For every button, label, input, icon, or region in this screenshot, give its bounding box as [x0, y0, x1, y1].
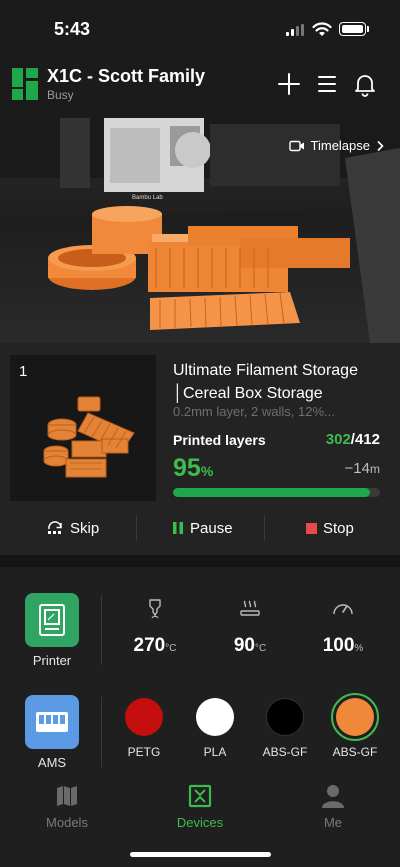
- ams-slot-1[interactable]: [125, 698, 163, 736]
- progress-bar: [173, 488, 380, 497]
- nav-models-label: Models: [46, 815, 88, 830]
- ams-slot-3[interactable]: [266, 698, 304, 736]
- printed-layers-value: 302/412: [326, 431, 380, 448]
- controls-separator: [101, 697, 102, 767]
- percent-unit: %: [200, 463, 214, 479]
- devices-icon: [188, 784, 212, 808]
- ams-slot-4-label: ABS-GF: [332, 745, 378, 759]
- print-job-card: 1 Ultimate Filament Storage │Cereal Box …: [0, 343, 400, 555]
- timelapse-label: Timelapse: [310, 138, 370, 153]
- layers-current: 302: [325, 431, 351, 448]
- ams-icon: [36, 712, 68, 732]
- stop-button[interactable]: Stop: [306, 513, 354, 543]
- job-actions: Skip Pause Stop: [0, 513, 400, 543]
- printer-tile[interactable]: [25, 593, 79, 647]
- printer-icon: [39, 604, 65, 636]
- nozzle-icon: [149, 599, 161, 619]
- nozzle-temperature[interactable]: 270°C: [110, 635, 200, 657]
- time-remaining: −14m: [345, 460, 380, 477]
- nav-devices-label: Devices: [176, 815, 224, 830]
- person-icon: [322, 785, 344, 808]
- nav-devices[interactable]: Devices: [150, 777, 250, 830]
- section-divider: [0, 555, 400, 567]
- skip-icon: [48, 521, 62, 534]
- remaining-unit: m: [370, 462, 380, 476]
- status-time: 5:43: [54, 19, 91, 39]
- menu-icon[interactable]: [314, 71, 340, 97]
- bell-icon[interactable]: [352, 71, 378, 97]
- print-speed[interactable]: 100%: [298, 635, 388, 657]
- progress-percent: 95%: [173, 454, 213, 483]
- ams-slot-1-label: PETG: [127, 745, 161, 759]
- video-camera-icon: [288, 140, 304, 151]
- job-thumbnail[interactable]: 1: [10, 355, 156, 501]
- status-bar: 5:43: [0, 0, 400, 56]
- bed-temp-unit: °C: [254, 643, 267, 654]
- heatbed-icon: [240, 600, 260, 616]
- ams-slot-2-label: PLA: [203, 745, 227, 759]
- bed-temperature[interactable]: 90°C: [205, 635, 295, 657]
- printer-label: Printer: [32, 653, 72, 668]
- wifi-icon: [312, 22, 332, 36]
- percent-value: 95: [173, 454, 201, 482]
- model-preview-image: [43, 396, 135, 478]
- controls-separator: [101, 595, 102, 665]
- timelapse-button[interactable]: Timelapse: [288, 138, 384, 153]
- ams-slot-2[interactable]: [196, 698, 234, 736]
- ams-slot-3-label: ABS-GF: [262, 745, 308, 759]
- cellular-signal-icon: [286, 24, 306, 36]
- plate-number: 1: [19, 363, 28, 380]
- device-header: X1C - Scott Family Busy: [0, 56, 400, 116]
- skip-label: Skip: [70, 519, 100, 537]
- stop-icon: [306, 522, 317, 534]
- nav-models[interactable]: Models: [17, 777, 117, 830]
- layers-total: /412: [350, 431, 380, 448]
- models-icon: [57, 786, 77, 806]
- job-title: Ultimate Filament Storage │Cereal Box St…: [173, 359, 385, 405]
- ams-tile[interactable]: [25, 695, 79, 749]
- progress-bar-fill: [173, 488, 370, 497]
- skip-button[interactable]: Skip: [46, 513, 99, 543]
- home-indicator[interactable]: [130, 852, 271, 857]
- pause-label: Pause: [190, 519, 233, 537]
- action-separator: [136, 515, 137, 541]
- printer-status: Busy: [47, 88, 74, 102]
- pause-button[interactable]: Pause: [172, 513, 233, 543]
- bambu-logo-icon: [12, 68, 38, 100]
- bed-temp-value: 90: [233, 635, 255, 656]
- camera-brand-text: Bambu Lab: [132, 195, 163, 201]
- ams-slot-4[interactable]: [336, 698, 374, 736]
- action-separator: [264, 515, 265, 541]
- battery-icon: [339, 22, 366, 36]
- job-title-line-2: │Cereal Box Storage: [173, 385, 323, 402]
- battery-tip: [367, 26, 369, 32]
- nozzle-temp-value: 270: [133, 635, 166, 656]
- chevron-right-icon: [377, 140, 384, 151]
- speed-unit: %: [354, 643, 364, 654]
- pause-icon: [173, 522, 183, 534]
- speed-gauge-icon: [333, 604, 353, 615]
- job-title-line-1: Ultimate Filament Storage: [173, 362, 358, 379]
- nozzle-temp-unit: °C: [165, 643, 177, 654]
- stop-label: Stop: [323, 519, 354, 537]
- add-icon[interactable]: [276, 71, 302, 97]
- ams-label: AMS: [37, 755, 67, 770]
- printed-layers-label: Printed layers: [173, 432, 266, 448]
- nav-me-label: Me: [323, 815, 343, 830]
- speed-value: 100: [322, 635, 355, 656]
- camera-feed[interactable]: Bambu Lab Timelapse: [0, 118, 400, 343]
- remaining-value: −14: [344, 460, 370, 477]
- printer-name[interactable]: X1C - Scott Family: [47, 66, 205, 87]
- job-settings-summary: 0.2mm layer, 2 walls, 12%...: [173, 404, 335, 419]
- nav-me[interactable]: Me: [283, 777, 383, 830]
